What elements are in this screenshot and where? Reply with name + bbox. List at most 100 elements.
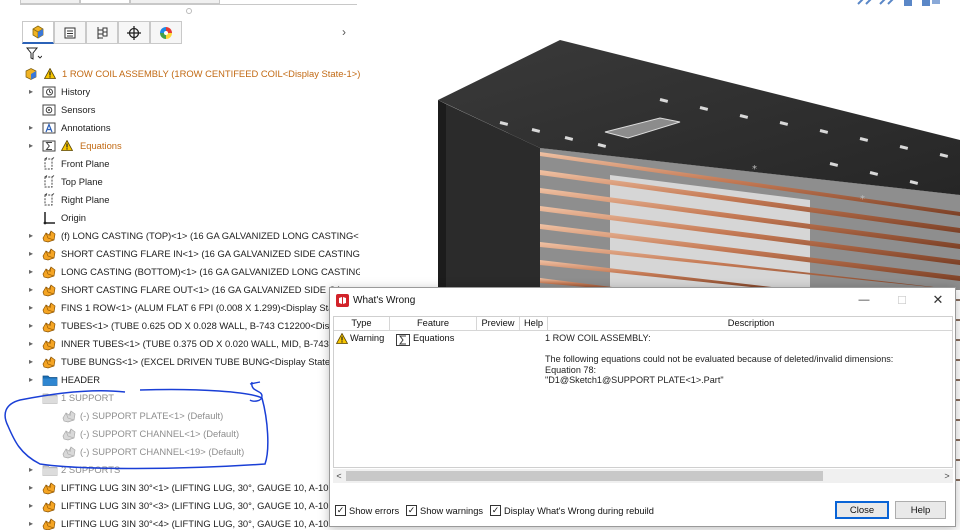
expand-arrow-icon[interactable]: ▸ (29, 376, 37, 384)
origin-icon (42, 211, 56, 225)
close-window-button[interactable]: ✕ (918, 288, 958, 312)
tree-item-label: Equations (80, 140, 122, 151)
expand-arrow-icon[interactable]: ▸ (29, 268, 37, 276)
column-header-preview[interactable]: Preview (477, 317, 520, 331)
scrollbar-thumb[interactable] (346, 471, 823, 481)
checkbox-box[interactable]: ✓ (335, 505, 346, 516)
tree-item[interactable]: ▸ SHORT CASTING FLARE IN<1> (16 GA GALVAN… (0, 245, 360, 263)
display-during-rebuild-checkbox[interactable]: ✓ Display What's Wrong during rebuild (490, 505, 654, 516)
expand-arrow-icon[interactable]: ▸ (29, 466, 37, 474)
scroll-left-arrow[interactable]: < (333, 469, 345, 483)
display-manager-tab[interactable] (150, 22, 182, 44)
tree-item[interactable]: ▸ LIFTING LUG 3IN 30°<1> (LIFTING LUG, 30… (0, 479, 360, 497)
part-icon (62, 427, 76, 441)
part-icon (62, 409, 76, 423)
tree-item[interactable]: Right Plane (0, 191, 360, 209)
part-icon (42, 337, 56, 351)
feature-manager-panel: › 1 ROW COIL ASSEMBLY (1ROW CENTIFEED CO… (0, 0, 360, 530)
tree-item[interactable]: 1 ROW COIL ASSEMBLY (1ROW CENTIFEED COIL… (0, 65, 360, 83)
configuration-manager-tab[interactable] (86, 22, 118, 44)
expand-arrow-icon[interactable]: ▸ (29, 124, 37, 132)
tree-item[interactable]: ▸ LONG CASTING (BOTTOM)<1> (16 GA GALVANI… (0, 263, 360, 281)
expand-arrow-icon[interactable]: ▸ (29, 358, 37, 366)
tree-item[interactable]: ▸ FINS 1 ROW<1> (ALUM FLAT 6 FPI (0.008 X… (0, 299, 360, 317)
expand-arrow-icon[interactable]: ▸ (29, 88, 37, 96)
tree-item[interactable]: ▸ Equations (0, 137, 360, 155)
svg-text:*: * (752, 164, 757, 175)
tree-item[interactable]: Top Plane (0, 173, 360, 191)
tree-item[interactable]: (-) SUPPORT PLATE<1> (Default) (0, 407, 360, 425)
top-tab-strip (20, 0, 357, 5)
column-header-type[interactable]: Type (334, 317, 390, 331)
top-tab[interactable] (20, 0, 80, 4)
tree-item-label: TUBES<1> (TUBE 0.625 OD X 0.028 WALL, B-… (61, 320, 337, 331)
expand-arrow-icon[interactable]: ▸ (29, 484, 37, 492)
tree-item[interactable]: ▸ INNER TUBES<1> (TUBE 0.375 OD X 0.020 W… (0, 335, 360, 353)
tree-item[interactable]: ▸ TUBE BUNGS<1> (EXCEL DRIVEN TUBE BUNG<D… (0, 353, 360, 371)
tree-item[interactable]: ▸ LIFTING LUG 3IN 30°<4> (LIFTING LUG, 30… (0, 515, 360, 530)
feature-manager-icon (32, 25, 44, 39)
expand-arrow-icon[interactable]: ▸ (29, 502, 37, 510)
tree-item-label: LIFTING LUG 3IN 30°<3> (LIFTING LUG, 30°… (61, 500, 334, 511)
scroll-right-arrow[interactable]: > (941, 469, 953, 483)
expand-arrow-icon[interactable]: ▸ (29, 304, 37, 312)
plane-icon (42, 193, 56, 207)
filter-button[interactable] (26, 46, 50, 62)
property-manager-tab[interactable] (54, 22, 86, 44)
dialog-titlebar[interactable]: What's Wrong — ☐ ✕ (330, 288, 955, 314)
tree-item-label: INNER TUBES<1> (TUBE 0.375 OD X 0.020 WA… (61, 338, 339, 349)
show-warnings-checkbox[interactable]: ✓ Show warnings (406, 505, 483, 516)
expand-arrow-icon[interactable]: ▸ (29, 250, 37, 258)
expand-arrow-icon[interactable]: ▸ (29, 232, 37, 240)
panel-grip-icon[interactable] (186, 8, 192, 14)
help-button[interactable]: Help (895, 501, 946, 519)
tree-item[interactable]: ▸ History (0, 83, 360, 101)
row-feature: Equations (413, 333, 455, 343)
tree-item[interactable]: ▸ 2 SUPPORTS (0, 461, 360, 479)
expand-arrow-icon[interactable]: ▸ (29, 286, 37, 294)
tree-item[interactable]: 1 SUPPORT (0, 389, 360, 407)
dimxpert-tab[interactable] (118, 22, 150, 44)
tree-item-label: Annotations (61, 122, 111, 133)
expand-arrow-icon[interactable]: ▸ (29, 142, 37, 150)
tree-item[interactable]: Front Plane (0, 155, 360, 173)
tree-item[interactable]: Origin (0, 209, 360, 227)
tree-item[interactable]: ▸ LIFTING LUG 3IN 30°<3> (LIFTING LUG, 30… (0, 497, 360, 515)
checkbox-box[interactable]: ✓ (490, 505, 501, 516)
tree-item-label: LIFTING LUG 3IN 30°<4> (LIFTING LUG, 30°… (61, 518, 334, 529)
close-button[interactable]: Close (835, 501, 889, 519)
show-errors-checkbox[interactable]: ✓ Show errors (335, 505, 399, 516)
tree-item[interactable]: Sensors (0, 101, 360, 119)
tree-item[interactable]: ▸ TUBES<1> (TUBE 0.625 OD X 0.028 WALL, B… (0, 317, 360, 335)
column-header-feature[interactable]: Feature (390, 317, 477, 331)
tree-item-label: 1 ROW COIL ASSEMBLY (1ROW CENTIFEED COIL… (62, 68, 360, 79)
tree-item[interactable]: (-) SUPPORT CHANNEL<1> (Default) (0, 425, 360, 443)
expand-arrow-icon[interactable]: ▸ (29, 322, 37, 330)
tree-item[interactable]: ▸ (f) LONG CASTING (TOP)<1> (16 GA GALVAN… (0, 227, 360, 245)
top-tab[interactable] (80, 0, 130, 4)
tree-item[interactable]: ▸ Annotations (0, 119, 360, 137)
tree-item-label: History (61, 86, 91, 97)
close-icon: ✕ (932, 292, 944, 307)
tree-item[interactable]: ▸ HEADER (0, 371, 360, 389)
tree-item[interactable]: (-) SUPPORT CHANNEL<19> (Default) (0, 443, 360, 461)
feature-manager-tab[interactable] (22, 22, 54, 44)
column-header-description[interactable]: Description (548, 317, 952, 331)
column-header-help[interactable]: Help (520, 317, 548, 331)
table-row[interactable]: Warning Equations 1 ROW COIL ASSEMBLY: Th… (334, 332, 952, 392)
tree-item-label: (-) SUPPORT PLATE<1> (Default) (80, 410, 224, 421)
checkbox-box[interactable]: ✓ (406, 505, 417, 516)
view-tools-icon[interactable] (856, 0, 946, 6)
horizontal-scrollbar[interactable]: < > (333, 469, 953, 483)
more-tabs-arrow[interactable]: › (342, 25, 346, 39)
minimize-button[interactable]: — (844, 288, 884, 312)
top-tab[interactable] (130, 0, 220, 4)
maximize-button[interactable]: ☐ (882, 288, 922, 312)
part-icon (42, 517, 56, 530)
whats-wrong-dialog: What's Wrong — ☐ ✕ Type Feature Preview … (329, 287, 956, 527)
dialog-title: What's Wrong (353, 295, 416, 306)
expand-arrow-icon[interactable]: ▸ (29, 340, 37, 348)
tree-item[interactable]: ▸ SHORT CASTING FLARE OUT<1> (16 GA GALVA… (0, 281, 360, 299)
expand-arrow-icon[interactable]: ▸ (29, 520, 37, 528)
tree-item-label: Front Plane (61, 158, 110, 169)
